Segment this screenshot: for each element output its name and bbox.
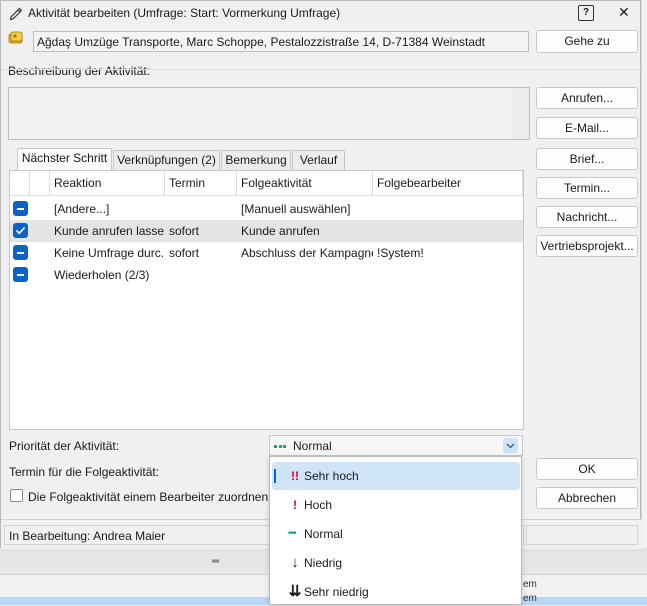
background-row-text: em	[523, 593, 537, 604]
background-separator: ═	[212, 556, 220, 567]
tab-next-step[interactable]: Nächster Schritt	[17, 148, 112, 170]
table-row[interactable]: Keine Umfrage durc... sofort Abschluss d…	[10, 242, 523, 264]
priority-option-very-high[interactable]: !! Sehr hoch	[272, 462, 520, 490]
cell-followup-assignee	[377, 220, 523, 242]
row-checkbox-indeterminate[interactable]	[13, 245, 28, 260]
email-button[interactable]: E-Mail...	[536, 117, 638, 139]
edit-pencil-icon	[8, 5, 24, 24]
cell-date	[169, 198, 237, 220]
table-row[interactable]: [Andere...] [Manuell auswählen]	[10, 198, 523, 220]
high-priority-icon: !	[293, 498, 297, 512]
priority-selected-value: Normal	[293, 439, 332, 453]
description-scrollbar[interactable]	[512, 88, 529, 139]
separator	[1, 69, 642, 70]
column-header-icon	[30, 171, 50, 196]
assign-checkbox[interactable]	[10, 489, 23, 502]
row-checkbox-indeterminate[interactable]	[13, 201, 28, 216]
followup-date-label: Termin für die Folgeaktivität:	[9, 465, 160, 479]
cell-reaction: Kunde anrufen lassen	[54, 224, 164, 238]
ok-button[interactable]: OK	[536, 458, 638, 480]
tab-links[interactable]: Verknüpfungen (2)	[113, 150, 220, 170]
cell-date: sofort	[169, 246, 200, 260]
option-label: Sehr hoch	[304, 469, 359, 483]
cell-followup-activity: Kunde anrufen	[241, 224, 320, 238]
cell-date: sofort	[169, 224, 200, 238]
selection-indicator	[274, 469, 276, 483]
very-high-priority-icon: !!	[291, 469, 299, 483]
title-bar: Aktivität bearbeiten (Umfrage: Start: Vo…	[1, 1, 642, 25]
reaction-grid: Reaktion Termin Folgeaktivität Folgebear…	[9, 170, 524, 430]
contact-icon	[8, 31, 24, 48]
option-label: Niedrig	[304, 556, 343, 570]
column-header-followup-activity[interactable]: Folgeaktivität	[237, 171, 373, 196]
sales-project-button[interactable]: Vertriebsprojekt...	[536, 235, 638, 257]
option-label: Normal	[304, 527, 343, 541]
assign-label: Die Folgeaktivität einem Bearbeiter zuor…	[28, 490, 272, 504]
cancel-button[interactable]: Abbrechen	[536, 487, 638, 509]
priority-dropdown-list: !! Sehr hoch ! Hoch ••• Normal ↓ Niedrig…	[269, 456, 522, 605]
status-text: In Bearbeitung: Andrea Maier	[9, 529, 166, 543]
message-button[interactable]: Nachricht...	[536, 206, 638, 228]
letter-button[interactable]: Brief...	[536, 148, 638, 170]
column-header-followup-assignee[interactable]: Folgebearbeiter	[373, 171, 523, 196]
tab-remark[interactable]: Bemerkung	[221, 150, 291, 170]
status-panel-secondary	[526, 525, 638, 545]
tab-history[interactable]: Verlauf	[292, 150, 345, 170]
appointment-button[interactable]: Termin...	[536, 177, 638, 199]
column-header-reaction[interactable]: Reaktion	[50, 171, 165, 196]
cell-followup-activity: Abschluss der Kampagne	[241, 246, 373, 260]
table-row[interactable]: Wiederholen (2/3)	[10, 264, 523, 286]
option-label: Sehr niedrig	[304, 585, 369, 599]
cell-reaction: [Andere...]	[54, 202, 110, 216]
background-row-text: em	[523, 579, 537, 590]
contact-address: Ağdaş Umzüge Transporte, Marc Schoppe, P…	[37, 35, 486, 49]
low-priority-arrow-icon: ↓	[291, 554, 299, 571]
very-low-priority-arrows-icon: ⇊	[288, 583, 302, 600]
cell-followup-activity: [Manuell auswählen]	[241, 202, 351, 216]
cell-followup-assignee: !System!	[377, 246, 424, 260]
window-title: Aktivität bearbeiten (Umfrage: Start: Vo…	[28, 6, 341, 20]
priority-option-very-low[interactable]: ⇊ Sehr niedrig	[272, 578, 520, 606]
contact-field[interactable]: Ağdaş Umzüge Transporte, Marc Schoppe, P…	[33, 31, 529, 52]
goto-button[interactable]: Gehe zu	[536, 30, 638, 53]
priority-label: Priorität der Aktivität:	[9, 439, 120, 453]
help-button[interactable]: ?	[578, 5, 594, 21]
cell-date	[169, 264, 237, 286]
background-window-edge	[641, 0, 647, 548]
option-label: Hoch	[304, 498, 333, 512]
close-button[interactable]: ✕	[618, 4, 630, 21]
cell-followup-activity	[241, 264, 373, 286]
priority-select[interactable]: Normal	[269, 435, 523, 456]
cell-reaction: Keine Umfrage durc...	[54, 246, 164, 260]
description-label: Beschreibung der Aktivität:	[8, 64, 151, 78]
chevron-down-icon[interactable]	[503, 438, 518, 453]
priority-option-normal[interactable]: ••• Normal	[272, 520, 520, 548]
priority-option-low[interactable]: ↓ Niedrig	[272, 549, 520, 577]
cell-reaction: Wiederholen (2/3)	[54, 268, 150, 282]
cell-followup-assignee	[377, 198, 523, 220]
normal-priority-icon	[274, 439, 288, 453]
normal-priority-icon: •••	[288, 528, 296, 539]
cell-followup-assignee	[377, 264, 523, 286]
call-button[interactable]: Anrufen...	[536, 87, 638, 109]
description-input[interactable]	[8, 87, 530, 140]
row-checkbox-indeterminate[interactable]	[13, 267, 28, 282]
column-header-check	[10, 171, 30, 196]
column-header-date[interactable]: Termin	[165, 171, 237, 196]
priority-option-high[interactable]: ! Hoch	[272, 491, 520, 519]
row-checkbox-checked[interactable]	[13, 223, 28, 238]
table-row[interactable]: Kunde anrufen lassen sofort Kunde anrufe…	[10, 220, 523, 242]
